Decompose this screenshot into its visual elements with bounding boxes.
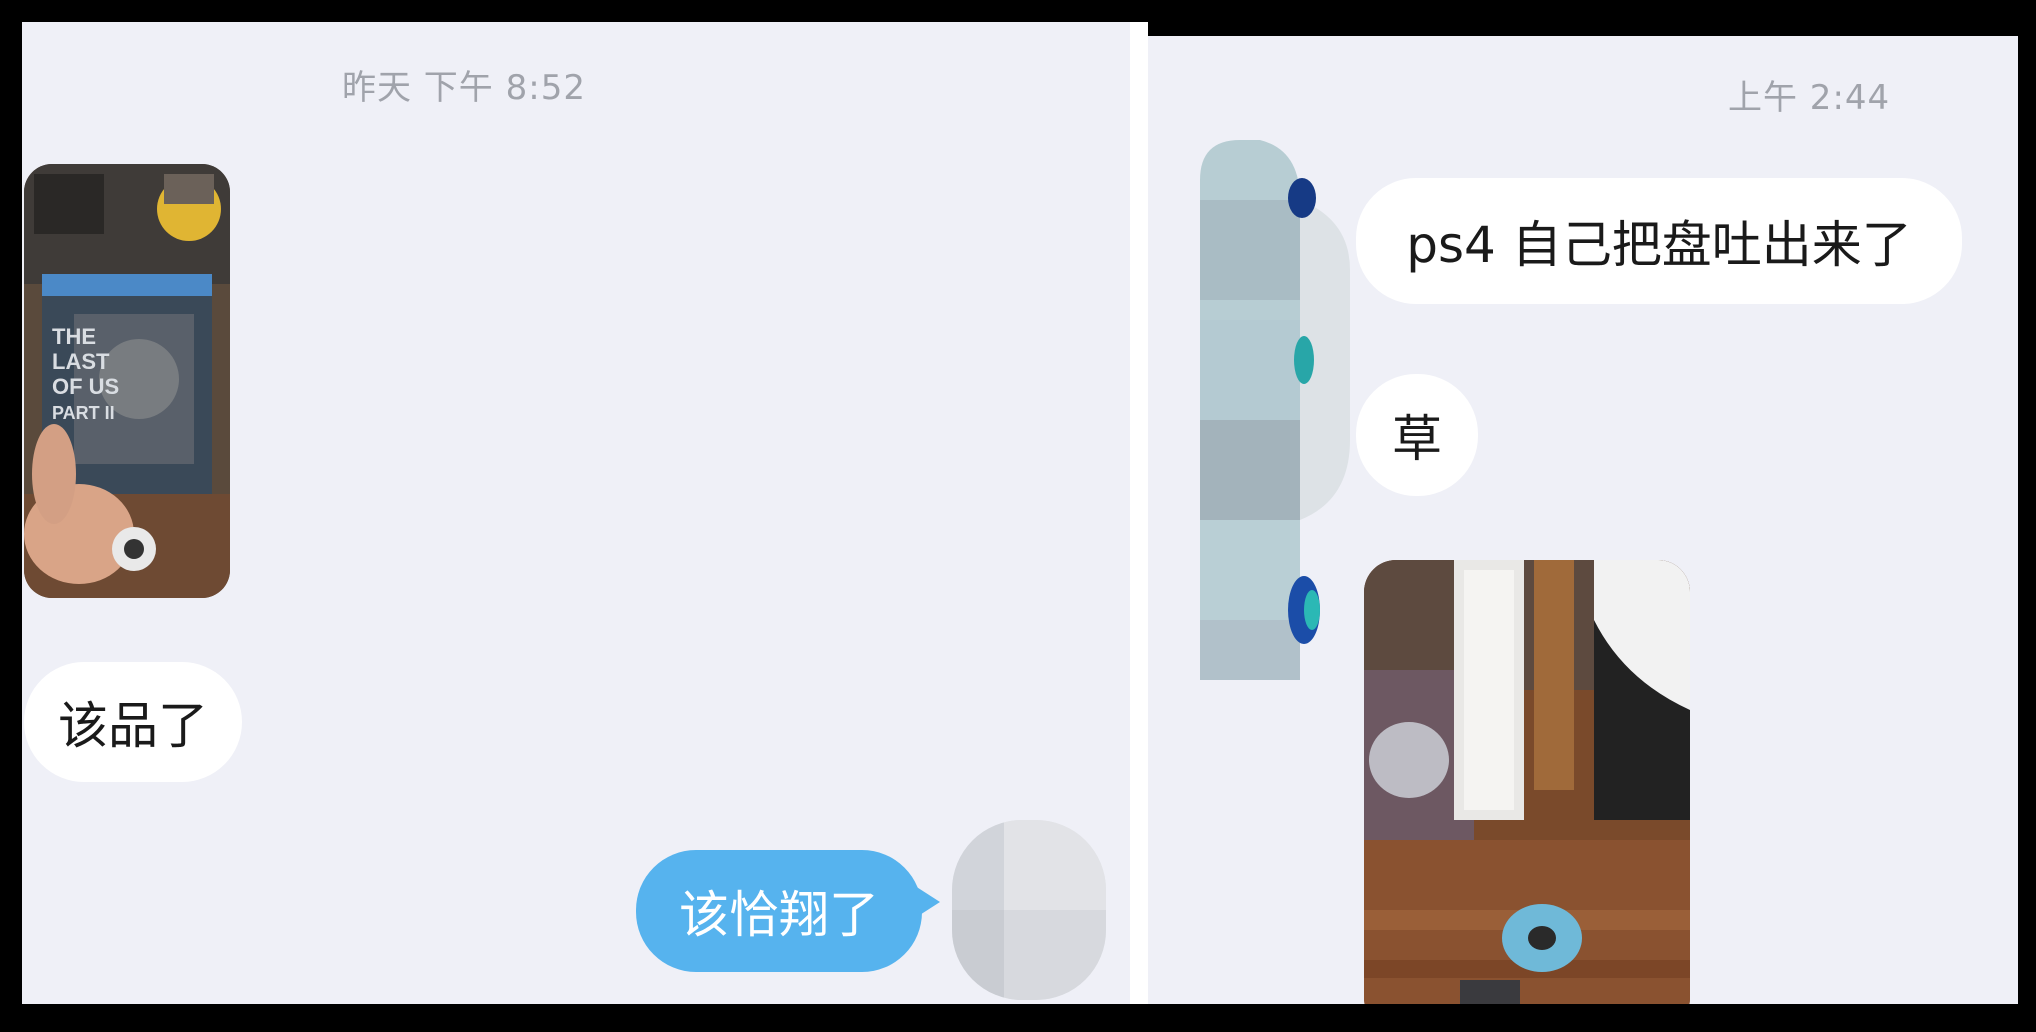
console-disc-photo xyxy=(1364,560,1690,1004)
image-message[interactable] xyxy=(1364,560,1690,1004)
bubble-tail xyxy=(912,884,940,920)
svg-text:THE: THE xyxy=(52,324,96,349)
message-text: 该恰翔了 xyxy=(679,886,879,944)
incoming-message-bubble[interactable]: 该品了 xyxy=(24,662,242,782)
game-box-photo: THE LAST OF US PART II xyxy=(24,164,230,598)
avatar[interactable] xyxy=(1200,140,1360,740)
svg-text:PART II: PART II xyxy=(52,403,115,423)
message-text: 草 xyxy=(1392,410,1442,468)
message-timestamp: 昨天 下午 8:52 xyxy=(342,68,586,108)
svg-text:OF US: OF US xyxy=(52,374,119,399)
avatar[interactable] xyxy=(952,820,1106,1000)
outgoing-message-bubble[interactable]: 该恰翔了 xyxy=(636,850,922,972)
left-chat-panel: 昨天 下午 8:52 THE LAST OF US PART II 该品了 该恰… xyxy=(22,22,1130,1004)
incoming-message-bubble[interactable]: ps4 自己把盘吐出来了 xyxy=(1356,178,1962,304)
incoming-message-bubble[interactable]: 草 xyxy=(1356,374,1478,496)
message-text: 该品了 xyxy=(58,697,208,755)
message-text: ps4 自己把盘吐出来了 xyxy=(1406,216,1912,274)
pixelated-avatar-image xyxy=(952,820,1106,1000)
right-chat-panel: 上午 2:44 ps4 自己把盘吐出来了 草 xyxy=(1148,36,2018,1004)
message-timestamp: 上午 2:44 xyxy=(1728,78,1891,118)
image-message[interactable]: THE LAST OF US PART II xyxy=(24,164,230,598)
svg-text:LAST: LAST xyxy=(52,349,110,374)
panel-divider xyxy=(1130,22,1148,1004)
pixelated-avatar-image xyxy=(1200,140,1360,740)
